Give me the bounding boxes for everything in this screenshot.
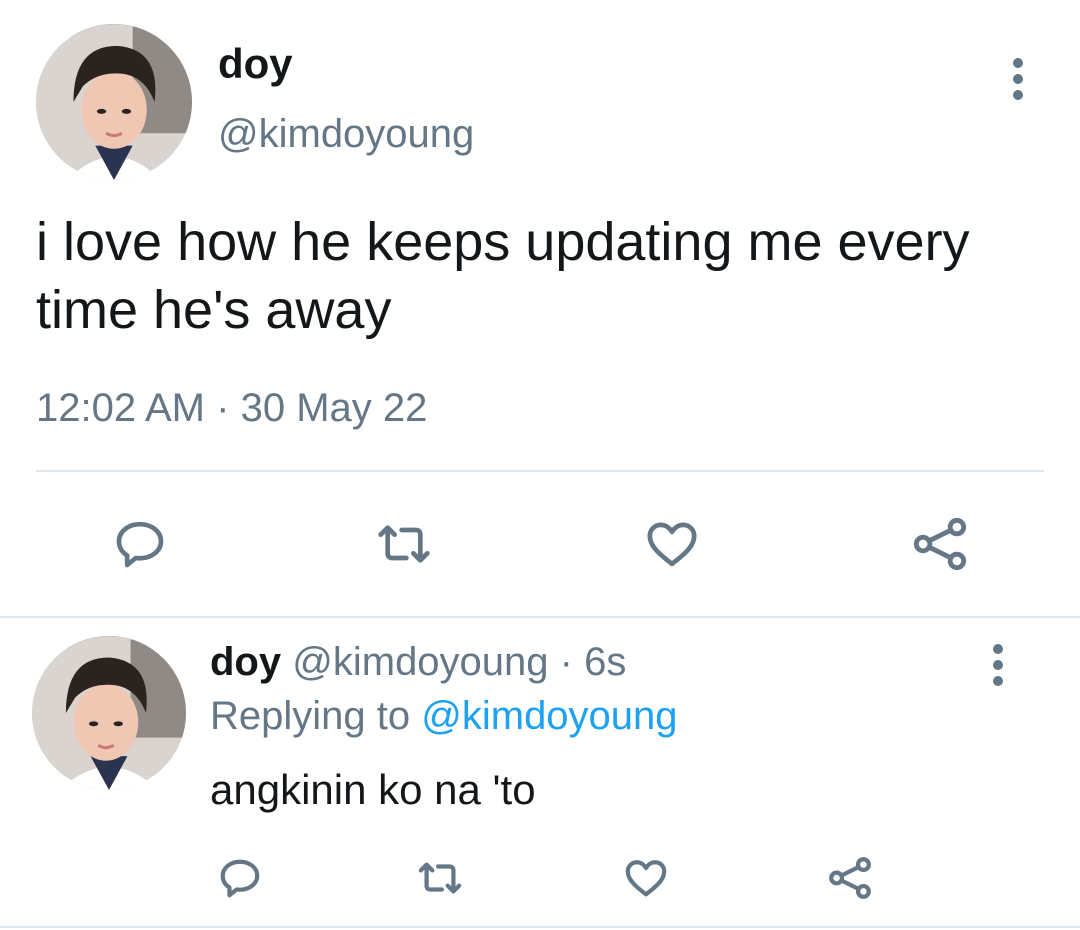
meta-separator: · bbox=[216, 386, 230, 430]
retweet-icon bbox=[378, 525, 430, 563]
divider bbox=[36, 470, 1044, 472]
tweet-text: i love how he keeps updating me every ti… bbox=[36, 212, 970, 340]
reply-display-name[interactable]: doy bbox=[210, 640, 281, 684]
like-icon bbox=[625, 860, 667, 897]
replying-to-label: Replying to bbox=[210, 694, 411, 738]
reply-like-button[interactable] bbox=[618, 850, 674, 906]
reply-separator: · bbox=[559, 640, 573, 684]
reply-reply-button[interactable] bbox=[212, 850, 268, 906]
share-button[interactable] bbox=[908, 512, 972, 576]
replying-to: Replying to @kimdoyoung bbox=[210, 694, 678, 739]
tweet-time: 12:02 AM bbox=[36, 386, 206, 430]
more-options-icon[interactable] bbox=[1008, 58, 1028, 102]
reply-icon bbox=[220, 859, 260, 898]
user-handle[interactable]: @kimdoyoung bbox=[218, 112, 474, 157]
reply-retweet-button[interactable] bbox=[410, 850, 470, 906]
share-icon bbox=[913, 517, 967, 571]
reply-share-button[interactable] bbox=[822, 850, 878, 906]
reply-text: angkinin ko na 'to bbox=[210, 766, 536, 813]
tweet-timestamp: 12:02 AM · 30 May 22 bbox=[36, 386, 427, 431]
reply-handle[interactable]: @kimdoyoung bbox=[292, 640, 548, 684]
retweet-button[interactable] bbox=[368, 512, 440, 576]
bottom-divider bbox=[0, 926, 1080, 928]
avatar[interactable] bbox=[36, 24, 192, 180]
reply-avatar[interactable] bbox=[32, 636, 186, 790]
reply-button[interactable] bbox=[108, 512, 172, 576]
share-icon bbox=[829, 857, 871, 899]
retweet-icon bbox=[418, 862, 462, 894]
reply-more-options-icon[interactable] bbox=[988, 644, 1008, 688]
tweet-date: 30 May 22 bbox=[240, 386, 428, 430]
like-button[interactable] bbox=[640, 512, 704, 576]
display-name[interactable]: doy bbox=[218, 40, 293, 88]
reply-icon bbox=[116, 521, 164, 568]
reply-age: 6s bbox=[584, 640, 627, 684]
section-divider bbox=[0, 616, 1080, 618]
tweet-detail-screen: doy @kimdoyoung i love how he keeps upda… bbox=[0, 0, 1080, 930]
like-icon bbox=[647, 522, 697, 567]
replying-to-mention[interactable]: @kimdoyoung bbox=[421, 694, 677, 738]
reply-header: doy @kimdoyoung · 6s bbox=[210, 640, 626, 685]
